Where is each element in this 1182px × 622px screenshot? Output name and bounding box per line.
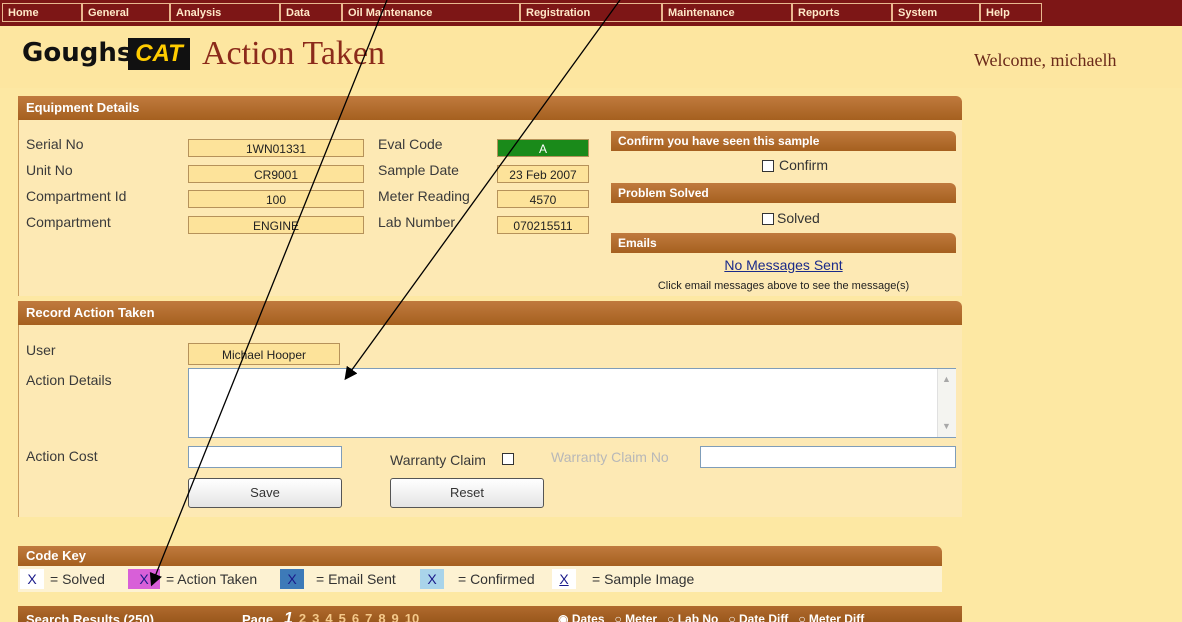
emails-link[interactable]: No Messages Sent xyxy=(611,257,956,273)
action-taken-swatch: X xyxy=(128,569,160,589)
confirmed-swatch: X xyxy=(420,569,444,589)
menu-home[interactable]: Home xyxy=(2,3,82,22)
code-key-header: Code Key xyxy=(18,546,942,566)
save-button[interactable]: Save xyxy=(188,478,342,508)
sample-date-value: 23 Feb 2007 xyxy=(497,165,589,183)
confirm-label: Confirm xyxy=(779,157,829,173)
brand-name: Goughs xyxy=(22,38,133,68)
eval-code-label: Eval Code xyxy=(378,136,443,152)
radio-icon[interactable]: ○ xyxy=(728,612,739,622)
scroll-down-icon[interactable]: ▼ xyxy=(942,421,951,431)
page-link[interactable]: 9 xyxy=(392,611,399,622)
eval-code-value: A xyxy=(497,139,589,157)
page-link[interactable]: 8 xyxy=(378,611,385,622)
unit-value: CR9001 xyxy=(188,165,364,183)
radio-icon[interactable]: ○ xyxy=(798,612,809,622)
menu-data[interactable]: Data xyxy=(280,3,342,22)
menu-maintenance[interactable]: Maintenance xyxy=(662,3,792,22)
radio-label: Lab No xyxy=(677,612,719,622)
warranty-claim-checkbox[interactable] xyxy=(502,453,514,465)
menu-system[interactable]: System xyxy=(892,3,980,22)
compartment-value: ENGINE xyxy=(188,216,364,234)
user-label: User xyxy=(26,342,56,358)
meter-reading-label: Meter Reading xyxy=(378,188,470,204)
sample-date-label: Sample Date xyxy=(378,162,459,178)
page-link[interactable]: 2 xyxy=(299,611,306,622)
menu-analysis[interactable]: Analysis xyxy=(170,3,280,22)
search-results-title: Search Results (250) xyxy=(26,612,154,622)
search-options: ◉ Dates ○ Meter ○ Lab No ○ Date Diff ○ Meter… xyxy=(558,612,874,622)
menu-general[interactable]: General xyxy=(82,3,170,22)
menu-registration[interactable]: Registration xyxy=(520,3,662,22)
page-link[interactable]: 3 xyxy=(312,611,319,622)
reset-button[interactable]: Reset xyxy=(390,478,544,508)
page-link[interactable]: 6 xyxy=(352,611,359,622)
page-title: Action Taken xyxy=(202,35,385,72)
menu-reports[interactable]: Reports xyxy=(792,3,892,22)
radio-label: Dates xyxy=(571,612,605,622)
compartment-label: Compartment xyxy=(26,214,111,230)
warranty-claim-no-input[interactable] xyxy=(700,446,956,468)
email-sent-swatch: X xyxy=(280,569,304,589)
solved-header: Problem Solved xyxy=(611,183,956,203)
compartment-id-value: 100 xyxy=(188,190,364,208)
menu-bar: Home General Analysis Data Oil Maintenan… xyxy=(0,0,1182,26)
solved-swatch: X xyxy=(20,569,44,589)
page-link[interactable]: 1 xyxy=(284,610,293,622)
serial-value: 1WN01331 xyxy=(188,139,364,157)
warranty-claim-label: Warranty Claim xyxy=(390,452,486,468)
action-cost-label: Action Cost xyxy=(26,448,98,464)
lab-number-value: 070215511 xyxy=(497,216,589,234)
radio-option[interactable]: ○ Meter xyxy=(615,612,658,622)
action-taken-key-label: = Action Taken xyxy=(166,571,258,587)
action-header: Record Action Taken xyxy=(18,301,962,325)
radio-option[interactable]: ○ Lab No xyxy=(667,612,718,622)
radio-icon[interactable]: ○ xyxy=(667,612,678,622)
action-details-textarea[interactable] xyxy=(188,368,956,438)
action-details-label: Action Details xyxy=(26,372,112,388)
confirm-header: Confirm you have seen this sample xyxy=(611,131,956,151)
menu-oil-maintenance[interactable]: Oil Maintenance xyxy=(342,3,520,22)
equipment-header: Equipment Details xyxy=(18,96,962,120)
search-results-bar: Search Results (250) Page 1 2 3 4 5 6 7 8 9 10 ◉ … xyxy=(18,606,962,622)
warranty-claim-no-label: Warranty Claim No xyxy=(551,449,669,465)
radio-icon[interactable]: ○ xyxy=(615,612,626,622)
cat-logo: CAT xyxy=(128,38,190,70)
solved-key-label: = Solved xyxy=(50,571,105,587)
header: Goughs CAT Action Taken Welcome, michael… xyxy=(0,26,1182,88)
emails-hint: Click email messages above to see the me… xyxy=(657,280,910,292)
radio-option[interactable]: ◉ Dates xyxy=(558,612,605,622)
page-label: Page xyxy=(242,612,274,622)
confirmed-key-label: = Confirmed xyxy=(458,571,535,587)
radio-label: Date Diff xyxy=(738,612,789,622)
radio-label: Meter xyxy=(625,612,658,622)
unit-label: Unit No xyxy=(26,162,73,178)
page-link[interactable]: 4 xyxy=(325,611,332,622)
radio-label: Meter Diff xyxy=(808,612,865,622)
radio-option[interactable]: ○ Meter Diff xyxy=(798,612,864,622)
meter-reading-value: 4570 xyxy=(497,190,589,208)
radio-option[interactable]: ○ Date Diff xyxy=(728,612,788,622)
user-value: Michael Hooper xyxy=(188,343,340,365)
compartment-id-label: Compartment Id xyxy=(26,188,127,204)
solved-checkbox[interactable] xyxy=(762,213,774,225)
solved-label: Solved xyxy=(777,210,820,226)
action-cost-input[interactable] xyxy=(188,446,342,468)
welcome-text: Welcome, michaelh xyxy=(974,50,1117,70)
emails-header: Emails xyxy=(611,233,956,253)
page-link[interactable]: 7 xyxy=(365,611,372,622)
pagination: 1 2 3 4 5 6 7 8 9 10 xyxy=(284,610,425,622)
textarea-scrollbar[interactable]: ▲ ▼ xyxy=(937,369,956,437)
lab-number-label: Lab Number xyxy=(378,214,456,230)
serial-label: Serial No xyxy=(26,136,84,152)
scroll-up-icon[interactable]: ▲ xyxy=(942,374,951,384)
page-link[interactable]: 5 xyxy=(339,611,346,622)
sample-image-swatch: X xyxy=(552,569,576,589)
confirm-checkbox[interactable] xyxy=(762,160,774,172)
page-link[interactable]: 10 xyxy=(405,611,419,622)
sample-image-key-label: = Sample Image xyxy=(592,571,695,587)
email-sent-key-label: = Email Sent xyxy=(316,571,396,587)
menu-help[interactable]: Help xyxy=(980,3,1042,22)
radio-icon[interactable]: ◉ xyxy=(558,612,572,622)
